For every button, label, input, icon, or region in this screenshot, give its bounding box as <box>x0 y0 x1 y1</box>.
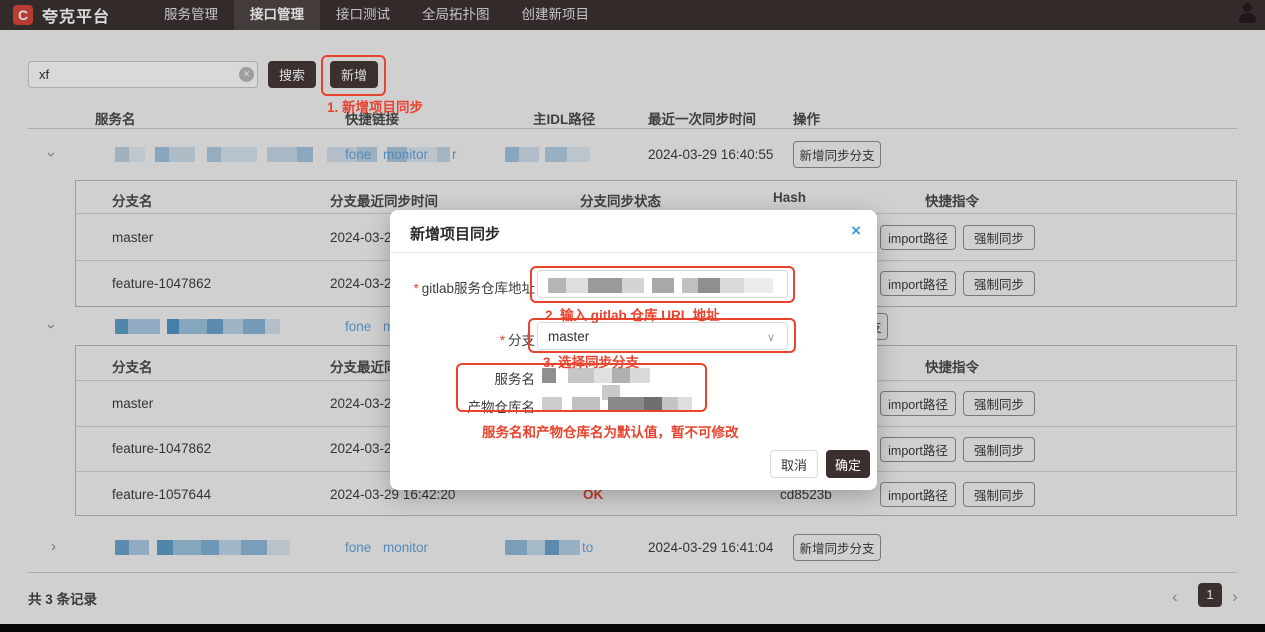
repo-address-input[interactable] <box>537 270 788 298</box>
chevron-down-icon: ∨ <box>767 331 775 344</box>
branch-select-value: master <box>548 329 589 344</box>
close-icon[interactable]: × <box>851 221 861 241</box>
redacted-repo-url <box>548 278 773 293</box>
annotation-note: 服务名和产物仓库名为默认值，暂不可修改 <box>482 421 739 441</box>
annotation-step1: 1. 新增项目同步 <box>327 96 423 116</box>
branch-select[interactable]: master ∨ <box>537 322 788 350</box>
redacted-artifact-value <box>542 397 692 412</box>
annotation-step2: 2. 输入 gitlab 仓库 URL 地址 <box>545 304 720 324</box>
service-name-label: 服务名 <box>478 368 535 388</box>
bottom-bar <box>0 624 1265 632</box>
divider <box>390 252 877 253</box>
add-project-sync-modal: 新增项目同步 × *gitlab服务仓库地址 *分支 master ∨ 服务名 … <box>390 210 877 490</box>
repo-address-label: *gitlab服务仓库地址 <box>400 277 535 297</box>
cancel-button[interactable]: 取消 <box>770 450 818 478</box>
app-window: C 夸克平台 服务管理 接口管理 接口测试 全局拓扑图 创建新项目 ✕ 搜索 新… <box>0 0 1265 632</box>
required-mark: * <box>500 333 505 348</box>
artifact-repo-label: 产物仓库名 <box>452 396 535 416</box>
confirm-button[interactable]: 确定 <box>826 450 870 478</box>
modal-title: 新增项目同步 <box>410 223 500 244</box>
annotation-step3: 3. 选择同步分支 <box>543 351 639 371</box>
branch-label: *分支 <box>465 329 535 349</box>
required-mark: * <box>413 281 418 296</box>
